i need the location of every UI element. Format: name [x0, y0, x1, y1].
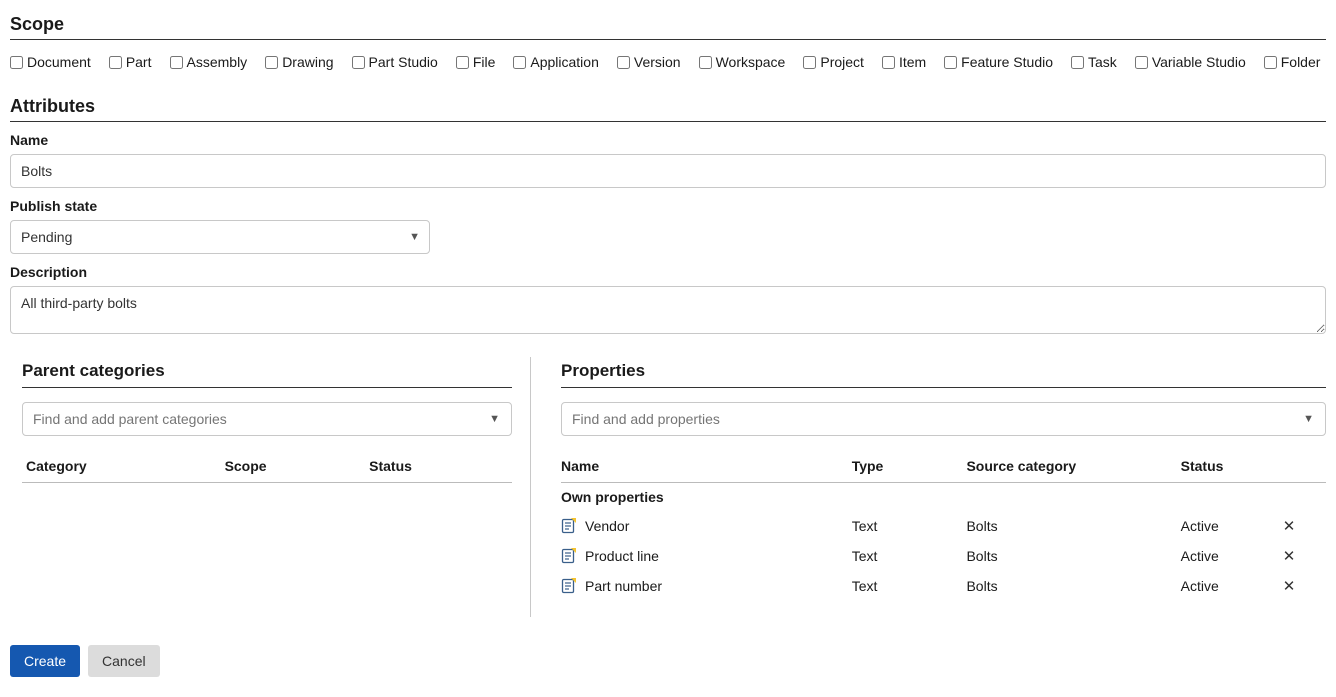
- scope-item-label: Part Studio: [369, 54, 438, 70]
- own-properties-header: Own properties: [561, 483, 1326, 512]
- property-type: Text: [852, 571, 967, 601]
- property-source: Bolts: [966, 541, 1180, 571]
- property-source: Bolts: [966, 511, 1180, 541]
- column-header: Status: [1181, 450, 1280, 483]
- scope-checkbox[interactable]: [109, 56, 122, 69]
- scope-item[interactable]: Task: [1071, 54, 1117, 70]
- scope-item[interactable]: Part: [109, 54, 152, 70]
- scope-item-label: File: [473, 54, 496, 70]
- property-type: Text: [852, 541, 967, 571]
- scope-item[interactable]: Item: [882, 54, 926, 70]
- remove-property-icon[interactable]: ✕: [1280, 547, 1298, 565]
- create-button[interactable]: Create: [10, 645, 80, 677]
- scope-item[interactable]: Project: [803, 54, 864, 70]
- scope-item-label: Drawing: [282, 54, 333, 70]
- parent-categories-search[interactable]: [22, 402, 512, 436]
- column-header: Category: [22, 450, 221, 483]
- scope-title: Scope: [10, 14, 1326, 35]
- property-icon: [561, 518, 577, 534]
- scope-item[interactable]: Folder: [1264, 54, 1321, 70]
- property-type: Text: [852, 511, 967, 541]
- scope-checkbox[interactable]: [1264, 56, 1277, 69]
- scope-item[interactable]: Application: [513, 54, 599, 70]
- scope-checkbox[interactable]: [1071, 56, 1084, 69]
- name-input[interactable]: [10, 154, 1326, 188]
- scope-item-label: Workspace: [716, 54, 786, 70]
- scope-item-label: Version: [634, 54, 681, 70]
- scope-checkbox[interactable]: [10, 56, 23, 69]
- scope-item-label: Feature Studio: [961, 54, 1053, 70]
- scope-checkbox[interactable]: [352, 56, 365, 69]
- scope-item[interactable]: Variable Studio: [1135, 54, 1246, 70]
- properties-table: NameTypeSource categoryStatus Own proper…: [561, 450, 1326, 601]
- remove-property-icon[interactable]: ✕: [1280, 517, 1298, 535]
- column-header: Name: [561, 450, 852, 483]
- scope-item[interactable]: Feature Studio: [944, 54, 1053, 70]
- column-header: Source category: [966, 450, 1180, 483]
- scope-checkbox[interactable]: [170, 56, 183, 69]
- scope-item-label: Task: [1088, 54, 1117, 70]
- scope-checkbox[interactable]: [1135, 56, 1148, 69]
- scope-item-label: Application: [530, 54, 599, 70]
- publish-state-label: Publish state: [10, 198, 1326, 214]
- property-name: Product line: [585, 548, 659, 564]
- cancel-button[interactable]: Cancel: [88, 645, 160, 677]
- property-icon: [561, 548, 577, 564]
- properties-search[interactable]: [561, 402, 1326, 436]
- property-name: Part number: [585, 578, 662, 594]
- parent-categories-table: CategoryScopeStatus: [22, 450, 512, 483]
- scope-item-label: Document: [27, 54, 91, 70]
- scope-item-label: Assembly: [187, 54, 248, 70]
- name-label: Name: [10, 132, 1326, 148]
- scope-checkbox-row: Document Part Assembly Drawing Part Studio Fi…: [10, 50, 1326, 86]
- remove-property-icon[interactable]: ✕: [1280, 577, 1298, 595]
- scope-item[interactable]: Version: [617, 54, 681, 70]
- scope-checkbox[interactable]: [513, 56, 526, 69]
- scope-item[interactable]: Assembly: [170, 54, 248, 70]
- scope-checkbox[interactable]: [699, 56, 712, 69]
- column-header: Status: [365, 450, 512, 483]
- parent-categories-title: Parent categories: [22, 361, 512, 381]
- publish-state-select[interactable]: Pending: [10, 220, 430, 254]
- properties-title: Properties: [561, 361, 1326, 381]
- description-textarea[interactable]: All third-party bolts: [10, 286, 1326, 334]
- scope-item-label: Item: [899, 54, 926, 70]
- column-header: Scope: [221, 450, 366, 483]
- scope-checkbox[interactable]: [944, 56, 957, 69]
- property-status: Active: [1181, 571, 1280, 601]
- scope-item[interactable]: Document: [10, 54, 91, 70]
- description-label: Description: [10, 264, 1326, 280]
- property-row: Product line TextBoltsActive✕: [561, 541, 1326, 571]
- property-source: Bolts: [966, 571, 1180, 601]
- property-icon: [561, 578, 577, 594]
- property-status: Active: [1181, 541, 1280, 571]
- scope-item-label: Folder: [1281, 54, 1321, 70]
- property-status: Active: [1181, 511, 1280, 541]
- scope-checkbox[interactable]: [265, 56, 278, 69]
- scope-item-label: Project: [820, 54, 864, 70]
- scope-checkbox[interactable]: [882, 56, 895, 69]
- divider: [10, 121, 1326, 122]
- divider: [10, 39, 1326, 40]
- scope-item-label: Part: [126, 54, 152, 70]
- column-header: [1280, 450, 1326, 483]
- scope-item[interactable]: Workspace: [699, 54, 786, 70]
- divider: [561, 387, 1326, 388]
- scope-checkbox[interactable]: [456, 56, 469, 69]
- divider: [22, 387, 512, 388]
- scope-item[interactable]: Part Studio: [352, 54, 438, 70]
- scope-item-label: Variable Studio: [1152, 54, 1246, 70]
- property-name: Vendor: [585, 518, 629, 534]
- property-row: Part number TextBoltsActive✕: [561, 571, 1326, 601]
- scope-item[interactable]: Drawing: [265, 54, 333, 70]
- scope-checkbox[interactable]: [617, 56, 630, 69]
- scope-item[interactable]: File: [456, 54, 496, 70]
- attributes-title: Attributes: [10, 96, 1326, 117]
- property-row: Vendor TextBoltsActive✕: [561, 511, 1326, 541]
- column-header: Type: [852, 450, 967, 483]
- scope-checkbox[interactable]: [803, 56, 816, 69]
